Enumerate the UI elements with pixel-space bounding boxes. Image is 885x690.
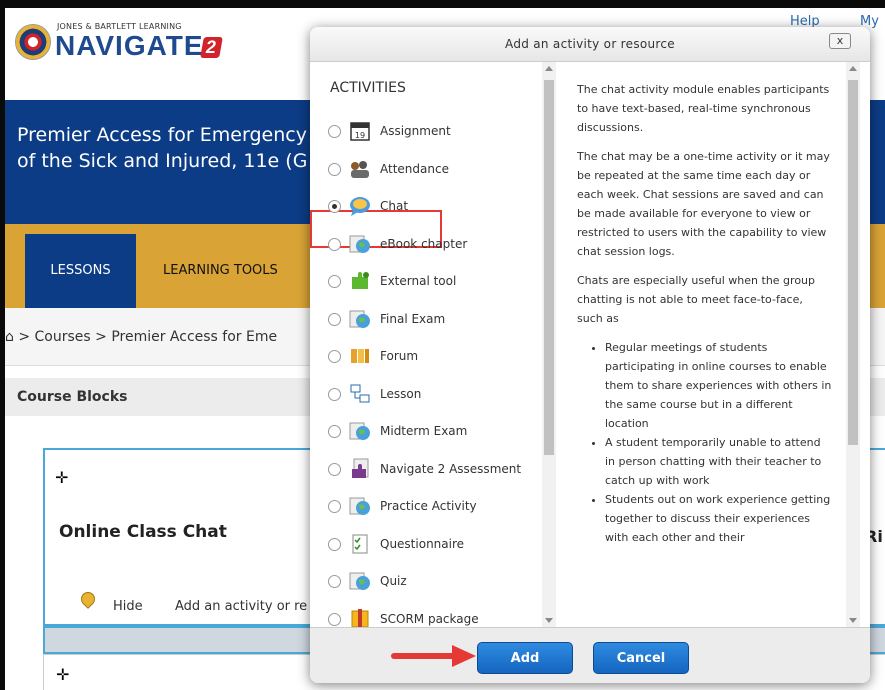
practice-activity-icon (348, 494, 372, 518)
activity-description: The chat activity module enables partici… (557, 62, 846, 627)
activity-option[interactable]: Lesson (310, 377, 542, 414)
radio-button[interactable] (328, 425, 341, 438)
cancel-button[interactable]: Cancel (593, 642, 689, 674)
scroll-down-arrow-icon[interactable] (849, 618, 857, 623)
activity-option[interactable]: SCORM package (310, 602, 542, 627)
radio-button[interactable] (328, 200, 341, 213)
radio-button[interactable] (328, 237, 341, 251)
activity-label: Final Exam (380, 311, 446, 326)
activity-label: Quiz (380, 574, 407, 588)
activity-option[interactable]: eBook chapter (310, 227, 542, 264)
radio-button[interactable] (328, 312, 341, 326)
brand-logo[interactable]: NAVIGATE2 (55, 30, 223, 62)
course-title-line2: of the Sick and Injured, 11e (G (17, 150, 308, 172)
block-title: Online Class Chat (59, 522, 227, 542)
external-tool-icon (348, 269, 372, 293)
chat-icon (348, 194, 372, 218)
radio-button[interactable] (328, 537, 341, 551)
dialog-footer: Add Cancel (310, 627, 870, 683)
activities-heading: ACTIVITIES (330, 80, 406, 96)
course-title-line1: Premier Access for Emergency (17, 124, 307, 146)
activity-label: Practice Activity (380, 499, 477, 513)
description-bullet: Students out on work experience getting … (605, 490, 832, 547)
ebook-icon (348, 232, 372, 256)
lightbulb-icon (78, 589, 98, 609)
dialog-header: Add an activity or resource x (310, 27, 870, 62)
activity-option[interactable]: Final Exam (310, 302, 542, 339)
quiz-icon (348, 569, 372, 593)
radio-button[interactable] (328, 500, 341, 513)
activity-label: Questionnaire (380, 536, 465, 551)
dialog-title: Add an activity or resource (505, 37, 675, 51)
description-paragraph: The chat may be a one-time activity or i… (577, 150, 830, 258)
scrollbar-thumb[interactable] (848, 80, 858, 445)
radio-button[interactable] (328, 125, 341, 138)
hide-link[interactable]: Hide (113, 599, 143, 614)
assessment-icon (348, 457, 372, 481)
move-icon[interactable]: ✛ (56, 665, 69, 684)
radio-button[interactable] (328, 387, 341, 401)
activity-option[interactable]: Practice Activity (310, 489, 542, 526)
activity-label: Lesson (380, 386, 422, 401)
activity-label: Forum (380, 349, 419, 363)
activity-option[interactable]: Quiz (310, 564, 542, 601)
svg-text:19: 19 (355, 131, 365, 140)
radio-button[interactable] (328, 575, 341, 588)
nav-tab-learning-tools[interactable]: LEARNING TOOLS (163, 234, 278, 308)
description-bullet: A student temporarily unable to attend i… (605, 433, 832, 490)
radio-button[interactable] (328, 612, 341, 626)
scroll-down-arrow-icon[interactable] (545, 618, 553, 623)
add-button[interactable]: Add (477, 642, 573, 674)
red-arrow-icon (391, 645, 476, 667)
add-activity-link[interactable]: Add an activity or re (175, 599, 307, 614)
activity-option[interactable]: Navigate 2 Assessment (310, 452, 542, 489)
forum-icon (348, 344, 372, 368)
description-paragraph: Chats are especially useful when the gro… (577, 274, 815, 325)
activity-option[interactable]: Midterm Exam (310, 414, 542, 451)
activity-option[interactable]: Chat (310, 189, 542, 226)
assignment-icon: 19 (348, 119, 372, 143)
activity-list-scrollbar[interactable] (542, 62, 556, 627)
questionnaire-icon (348, 532, 372, 556)
move-icon[interactable]: ✛ (55, 468, 68, 487)
logo-icon (15, 24, 51, 60)
activity-option[interactable]: External tool (310, 264, 542, 301)
activity-label: Navigate 2 Assessment (380, 461, 522, 476)
description-scrollbar[interactable] (846, 62, 860, 627)
activity-label: Midterm Exam (380, 424, 468, 438)
activity-label: eBook chapter (380, 236, 468, 251)
activity-option[interactable]: Attendance (310, 152, 542, 189)
brand-name: NAVIGATE (55, 30, 204, 61)
activity-label: Attendance (380, 161, 449, 176)
lesson-icon (348, 382, 372, 406)
add-activity-dialog: Add an activity or resource x ACTIVITIES… (310, 27, 870, 683)
activity-label: Chat (380, 199, 409, 213)
activity-option[interactable]: Questionnaire (310, 527, 542, 564)
scrollbar-thumb[interactable] (544, 80, 554, 455)
activity-option[interactable]: 19 Assignment (310, 114, 542, 151)
description-bullet: Regular meetings of students participati… (605, 338, 832, 433)
radio-button[interactable] (328, 462, 341, 476)
midterm-exam-icon (348, 419, 372, 443)
final-exam-icon (348, 307, 372, 331)
radio-button[interactable] (328, 275, 341, 288)
radio-button[interactable] (328, 350, 341, 363)
description-paragraph: The chat activity module enables partici… (577, 83, 830, 134)
brand-number: 2 (199, 37, 223, 59)
scroll-up-arrow-icon[interactable] (849, 66, 857, 71)
activity-list: ACTIVITIES 19 Assignment Attendance Chat eBo… (310, 62, 556, 627)
activity-label: External tool (380, 274, 457, 288)
attendance-icon (348, 157, 372, 181)
activity-label: Assignment (380, 124, 451, 138)
scorm-icon (348, 607, 372, 627)
nav-tab-lessons[interactable]: LESSONS (25, 234, 136, 308)
description-list: Regular meetings of students participati… (587, 338, 832, 547)
activity-option[interactable]: Forum (310, 339, 542, 376)
radio-button[interactable] (328, 162, 341, 176)
close-button[interactable]: x (829, 33, 851, 49)
scroll-up-arrow-icon[interactable] (545, 66, 553, 71)
activity-label: SCORM package (380, 611, 479, 626)
